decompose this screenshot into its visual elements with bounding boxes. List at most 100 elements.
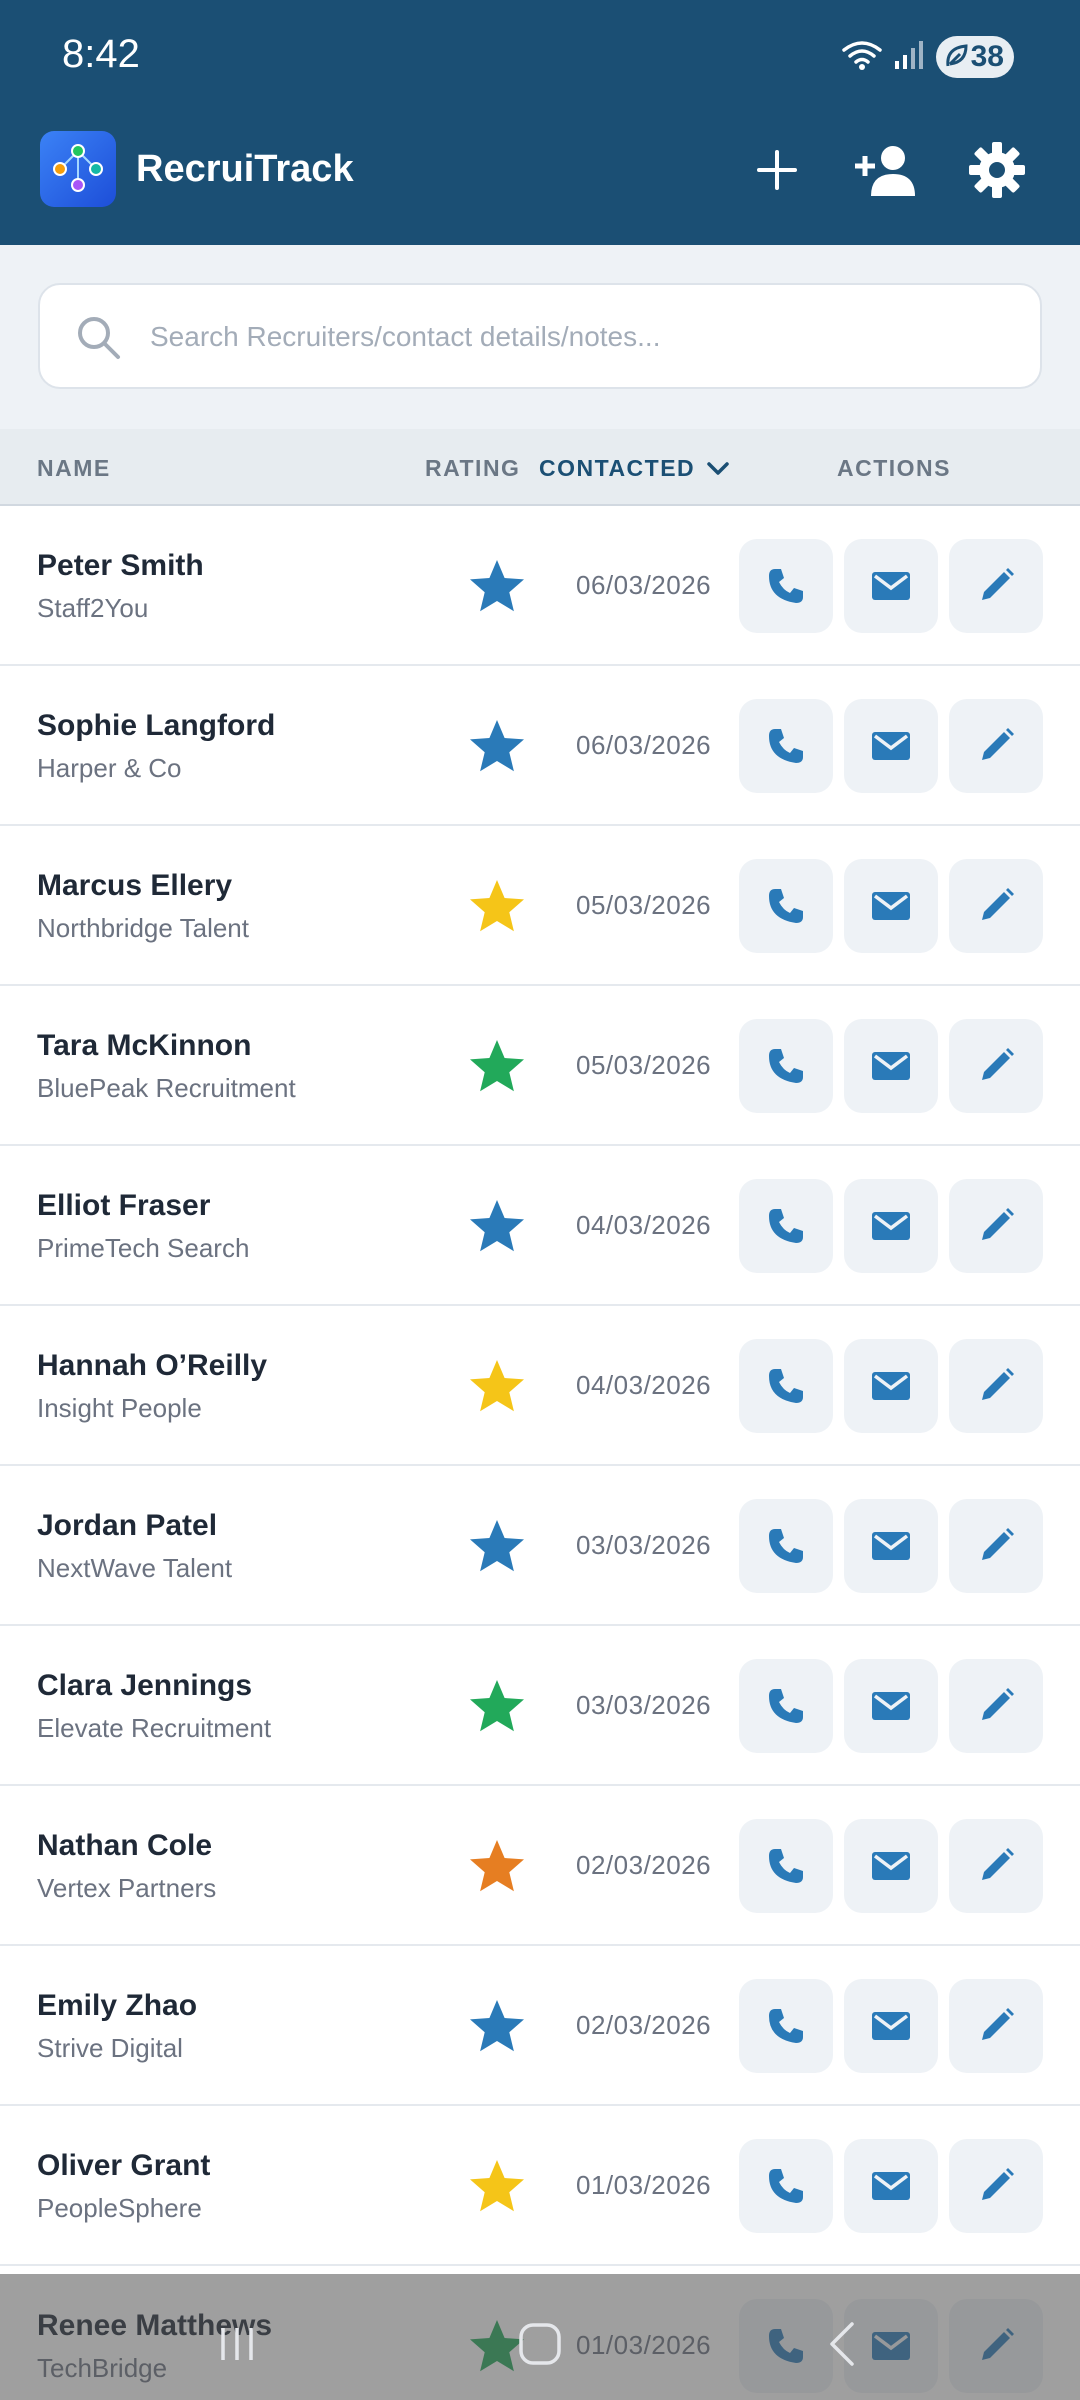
edit-button[interactable] [949,1339,1043,1433]
star-icon[interactable] [467,716,527,776]
recruiter-agency: Vertex Partners [37,1873,217,1903]
edit-button[interactable] [949,699,1043,793]
table-row[interactable]: Emily Zhao Strive Digital 02/03/2026 [0,1946,1080,2106]
search-input[interactable] [150,305,1010,369]
column-name[interactable]: NAME [37,455,111,482]
back-button[interactable] [812,2314,872,2374]
edit-button[interactable] [949,1979,1043,2073]
system-nav-bar [0,2274,1080,2400]
plus-icon [757,150,797,190]
star-icon[interactable] [467,1836,527,1896]
battery-saver-icon [944,42,970,78]
contacted-date: 06/03/2026 [576,730,712,760]
star-icon[interactable] [467,876,527,936]
phone-icon [769,1049,803,1083]
app-title: RecruiTrack [136,148,354,190]
email-button[interactable] [844,1979,938,2073]
call-button[interactable] [739,859,833,953]
contacted-date: 04/03/2026 [576,1210,712,1240]
table-row[interactable]: Oliver Grant PeopleSphere 01/03/2026 [0,2106,1080,2266]
phone-icon [769,2009,803,2043]
email-button[interactable] [844,1499,938,1593]
email-button[interactable] [844,1819,938,1913]
table-row[interactable]: Marcus Ellery Northbridge Talent 05/03/2… [0,826,1080,986]
recruiter-agency: NextWave Talent [37,1553,233,1583]
email-button[interactable] [844,1659,938,1753]
recruiter-name: Marcus Ellery [37,869,233,902]
star-icon[interactable] [467,1676,527,1736]
recruiter-agency: Northbridge Talent [37,913,249,943]
call-button[interactable] [739,1019,833,1113]
search-box[interactable] [38,283,1042,389]
mail-icon [872,1372,910,1400]
recruiter-agency: BluePeak Recruitment [37,1073,296,1103]
table-row[interactable]: Sophie Langford Harper & Co 06/03/2026 [0,666,1080,826]
email-button[interactable] [844,2139,938,2233]
edit-button[interactable] [949,859,1043,953]
recruiter-list: Peter Smith Staff2You 06/03/2026 Sophie … [0,506,1080,2400]
star-icon[interactable] [467,2156,527,2216]
star-icon[interactable] [467,1516,527,1576]
settings-button[interactable] [957,130,1037,210]
table-row[interactable]: Jordan Patel NextWave Talent 03/03/2026 [0,1466,1080,1626]
mail-icon [872,1852,910,1880]
star-icon[interactable] [467,1356,527,1416]
call-button[interactable] [739,1179,833,1273]
pencil-icon [982,1688,1014,1720]
signal-icon [894,39,924,76]
edit-button[interactable] [949,2139,1043,2233]
call-button[interactable] [739,1979,833,2073]
recruiter-agency: Insight People [37,1393,202,1423]
edit-button[interactable] [949,1019,1043,1113]
edit-button[interactable] [949,1179,1043,1273]
status-icons: 38 [842,36,1014,78]
table-row[interactable]: Nathan Cole Vertex Partners 02/03/2026 [0,1786,1080,1946]
star-icon[interactable] [467,1196,527,1256]
recruiter-agency: PeopleSphere [37,2193,202,2223]
email-button[interactable] [844,1179,938,1273]
call-button[interactable] [739,539,833,633]
table-row[interactable]: Tara McKinnon BluePeak Recruitment 05/03… [0,986,1080,1146]
mail-icon [872,1052,910,1080]
star-icon[interactable] [467,1036,527,1096]
column-rating[interactable]: RATING [425,455,520,482]
call-button[interactable] [739,1339,833,1433]
star-icon[interactable] [467,1996,527,2056]
email-button[interactable] [844,1019,938,1113]
email-button[interactable] [844,1339,938,1433]
email-button[interactable] [844,859,938,953]
edit-button[interactable] [949,1499,1043,1593]
star-icon[interactable] [467,556,527,616]
recruiter-name: Elliot Fraser [37,1189,211,1222]
edit-button[interactable] [949,1659,1043,1753]
contacted-date: 02/03/2026 [576,1850,712,1880]
edit-button[interactable] [949,1819,1043,1913]
email-button[interactable] [844,539,938,633]
email-button[interactable] [844,699,938,793]
recruiter-name: Tara McKinnon [37,1029,252,1062]
add-person-icon [855,146,915,196]
recruiter-agency: Elevate Recruitment [37,1713,272,1743]
call-button[interactable] [739,2139,833,2233]
table-row[interactable]: Elliot Fraser PrimeTech Search 04/03/202… [0,1146,1080,1306]
contacted-date: 06/03/2026 [576,570,712,600]
table-row[interactable]: Peter Smith Staff2You 06/03/2026 [0,506,1080,666]
recruiter-name: Sophie Langford [37,709,276,742]
add-button[interactable] [737,130,817,210]
home-button[interactable] [510,2314,570,2374]
recent-apps-button[interactable] [207,2314,267,2374]
recruiter-name: Nathan Cole [37,1829,213,1862]
table-header: NAME RATING CONTACTED ACTIONS [0,429,1080,506]
call-button[interactable] [739,1659,833,1753]
recruiter-name: Jordan Patel [37,1509,218,1542]
column-contacted[interactable]: CONTACTED [539,455,729,482]
call-button[interactable] [739,1499,833,1593]
call-button[interactable] [739,699,833,793]
table-row[interactable]: Hannah O’Reilly Insight People 04/03/202… [0,1306,1080,1466]
edit-button[interactable] [949,539,1043,633]
call-button[interactable] [739,1819,833,1913]
phone-icon [769,1209,803,1243]
table-row[interactable]: Clara Jennings Elevate Recruitment 03/03… [0,1626,1080,1786]
add-recruiter-button[interactable] [847,130,927,210]
pencil-icon [982,1208,1014,1240]
